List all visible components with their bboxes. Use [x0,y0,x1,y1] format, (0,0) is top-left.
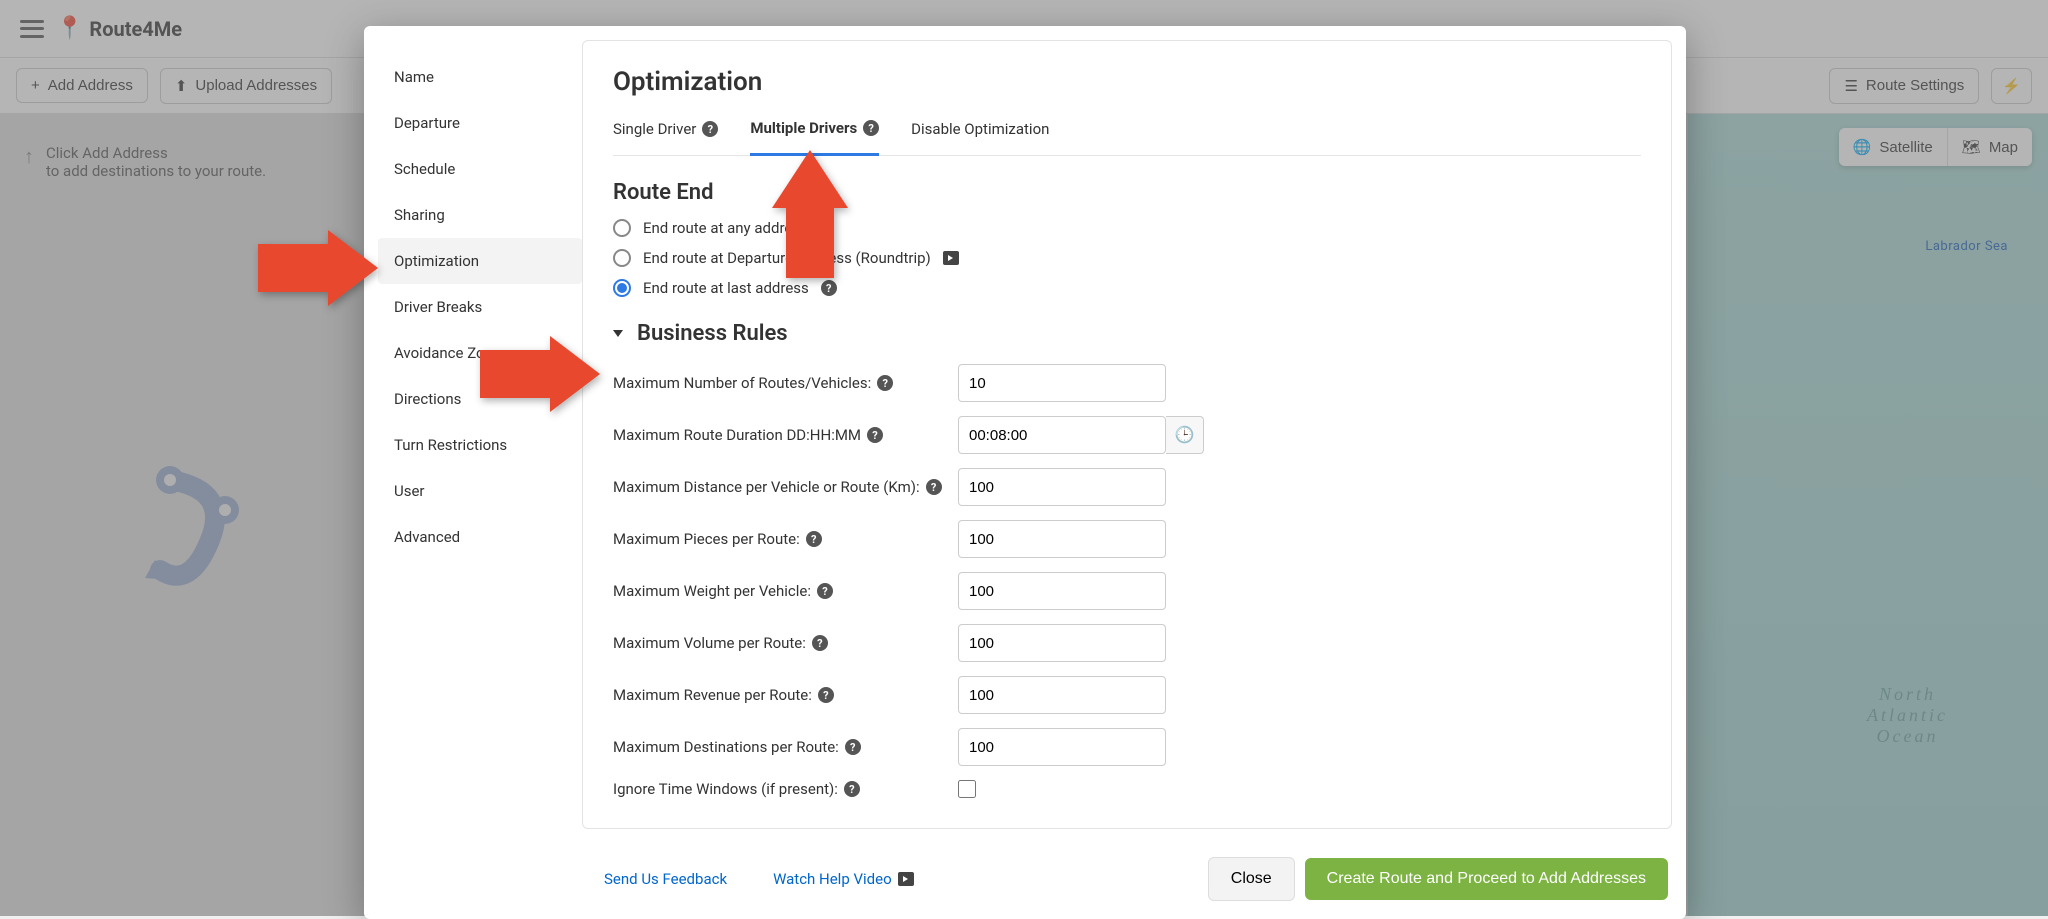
settings-modal: Name Departure Schedule Sharing Optimiza… [364,26,1686,919]
business-rules-form: Maximum Number of Routes/Vehicles: ? Max… [613,364,1641,798]
help-icon[interactable]: ? [817,583,833,599]
help-icon[interactable]: ? [877,375,893,391]
input-max-routes[interactable] [958,364,1166,402]
radio-icon [613,219,631,237]
tab-disable-optimization[interactable]: Disable Optimization [911,119,1049,155]
nav-item-sharing[interactable]: Sharing [378,192,582,238]
watch-help-video-link[interactable]: Watch Help Video [773,870,914,888]
nav-item-advanced[interactable]: Advanced [378,514,582,560]
close-button[interactable]: Close [1208,857,1295,901]
send-feedback-link[interactable]: Send Us Feedback [604,870,727,888]
input-max-weight[interactable] [958,572,1166,610]
checkbox-ignore-time-windows[interactable] [958,780,976,798]
help-icon[interactable]: ? [818,687,834,703]
help-icon[interactable]: ? [867,427,883,443]
optimization-panel: Optimization Single Driver ? Multiple Dr… [582,40,1672,829]
duration-picker-button[interactable]: 🕒 [1166,416,1204,454]
help-icon[interactable]: ? [702,121,718,137]
panel-title: Optimization [613,67,1641,97]
radio-icon [613,279,631,297]
nav-item-name[interactable]: Name [378,54,582,100]
label-max-weight: Maximum Weight per Vehicle: ? [613,582,958,600]
modal-footer: Send Us Feedback Watch Help Video Close … [364,843,1686,919]
nav-item-avoidance-zones[interactable]: Avoidance Zones [378,330,582,376]
help-icon[interactable]: ? [806,531,822,547]
nav-item-schedule[interactable]: Schedule [378,146,582,192]
input-max-revenue[interactable] [958,676,1166,714]
nav-item-optimization[interactable]: Optimization [378,238,582,284]
help-icon[interactable]: ? [821,280,837,296]
nav-item-turn-restrictions[interactable]: Turn Restrictions [378,422,582,468]
input-max-duration[interactable] [958,416,1166,454]
radio-end-departure-address[interactable]: End route at Departure Address (Roundtri… [613,249,1641,267]
settings-side-nav: Name Departure Schedule Sharing Optimiza… [378,40,582,829]
label-max-routes: Maximum Number of Routes/Vehicles: ? [613,374,958,392]
video-icon[interactable] [943,251,959,265]
help-icon[interactable]: ? [812,635,828,651]
driver-tabs: Single Driver ? Multiple Drivers ? Disab… [613,119,1641,156]
caret-down-icon [613,330,623,337]
label-max-duration: Maximum Route Duration DD:HH:MM ? [613,426,958,444]
business-rules-title: Business Rules [637,321,788,346]
label-max-revenue: Maximum Revenue per Route: ? [613,686,958,704]
business-rules-toggle[interactable]: Business Rules [613,321,1641,346]
nav-item-user[interactable]: User [378,468,582,514]
radio-end-any-address[interactable]: End route at any address [613,219,1641,237]
input-max-volume[interactable] [958,624,1166,662]
tab-multiple-drivers[interactable]: Multiple Drivers ? [750,119,879,156]
route-end-title: Route End [613,180,1641,205]
tab-single-driver[interactable]: Single Driver ? [613,119,718,155]
label-max-distance: Maximum Distance per Vehicle or Route (K… [613,478,958,496]
radio-end-last-address[interactable]: End route at last address ? [613,279,1641,297]
label-max-volume: Maximum Volume per Route: ? [613,634,958,652]
help-icon[interactable]: ? [844,781,860,797]
create-route-proceed-button[interactable]: Create Route and Proceed to Add Addresse… [1305,858,1668,900]
nav-item-directions[interactable]: Directions [378,376,582,422]
radio-icon [613,249,631,267]
input-max-destinations[interactable] [958,728,1166,766]
clock-icon: 🕒 [1175,427,1195,444]
help-icon[interactable]: ? [845,739,861,755]
label-ignore-time-windows: Ignore Time Windows (if present): ? [613,780,958,798]
label-max-pieces: Maximum Pieces per Route: ? [613,530,958,548]
label-max-destinations: Maximum Destinations per Route: ? [613,738,958,756]
video-icon [898,872,914,886]
nav-item-departure[interactable]: Departure [378,100,582,146]
input-max-pieces[interactable] [958,520,1166,558]
help-icon[interactable]: ? [863,120,879,136]
help-icon[interactable]: ? [926,479,942,495]
route-end-radio-group: End route at any address End route at De… [613,219,1641,297]
input-max-distance[interactable] [958,468,1166,506]
nav-item-driver-breaks[interactable]: Driver Breaks [378,284,582,330]
